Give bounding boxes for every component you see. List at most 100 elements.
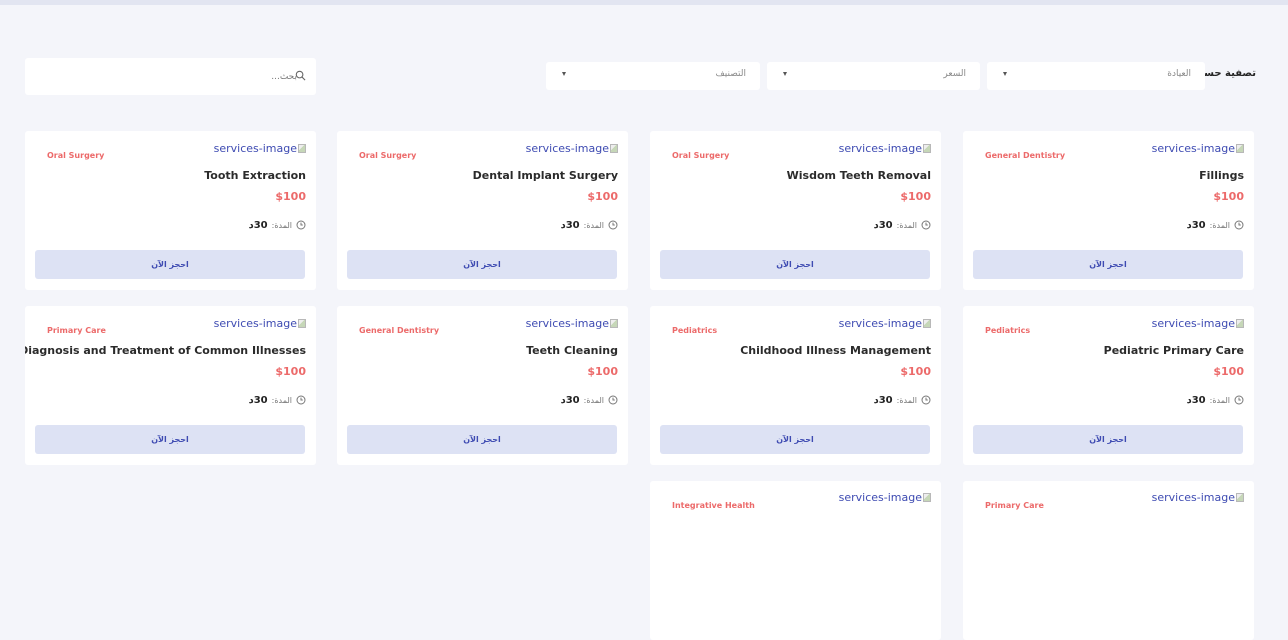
duration-label: المدة:	[271, 395, 292, 405]
broken-image-icon	[923, 493, 931, 502]
duration-value: 30د	[1186, 394, 1206, 406]
chevron-down-icon	[1003, 72, 1007, 76]
service-price: $100	[587, 190, 618, 203]
service-image: services-image	[526, 317, 618, 330]
book-now-button[interactable]: احجز الآن	[347, 425, 617, 454]
service-duration: المدة: 30د	[874, 394, 931, 406]
service-title: Tooth Extraction	[204, 169, 306, 182]
broken-image-icon	[298, 144, 306, 153]
duration-value: 30د	[560, 219, 580, 231]
image-alt-text: services-image	[838, 491, 922, 504]
service-image: services-image	[214, 142, 306, 155]
clock-icon	[921, 220, 931, 230]
search-icon[interactable]	[295, 70, 306, 81]
service-category: Oral Surgery	[47, 151, 105, 160]
image-alt-text: services-image	[1151, 317, 1235, 330]
duration-value: 30د	[248, 394, 268, 406]
service-title: Dental Implant Surgery	[472, 169, 618, 182]
chevron-down-icon	[562, 72, 566, 76]
service-category: Primary Care	[47, 326, 106, 335]
duration-label: المدة:	[1209, 220, 1230, 230]
broken-image-icon	[298, 319, 306, 328]
duration-value: 30د	[248, 219, 268, 231]
service-category: General Dentistry	[985, 151, 1066, 160]
duration-label: المدة:	[583, 220, 604, 230]
broken-image-icon	[923, 319, 931, 328]
service-image: services-image	[526, 142, 618, 155]
service-card: services-image Oral Surgery Dental Impla…	[337, 131, 628, 290]
book-now-button[interactable]: احجز الآن	[35, 250, 305, 279]
service-duration: المدة: 30د	[1187, 394, 1244, 406]
service-price: $100	[900, 365, 931, 378]
top-bar	[0, 0, 1288, 5]
service-title: Pediatric Primary Care	[1103, 344, 1244, 357]
image-alt-text: services-image	[525, 142, 609, 155]
duration-value: 30د	[1186, 219, 1206, 231]
book-now-button[interactable]: احجز الآن	[660, 250, 930, 279]
service-title: Teeth Cleaning	[526, 344, 618, 357]
duration-label: المدة:	[1209, 395, 1230, 405]
search-box	[25, 58, 316, 95]
price-select-value: السعر	[943, 69, 966, 79]
duration-value: 30د	[873, 219, 893, 231]
service-price: $100	[900, 190, 931, 203]
service-duration: المدة: 30د	[249, 394, 306, 406]
duration-value: 30د	[560, 394, 580, 406]
service-category: Pediatrics	[985, 326, 1031, 335]
clinic-select[interactable]: العيادة	[987, 62, 1205, 90]
service-title: Fillings	[1199, 169, 1244, 182]
service-price: $100	[1213, 190, 1244, 203]
service-image: services-image	[839, 142, 931, 155]
service-price: $100	[275, 365, 306, 378]
service-duration: المدة: 30د	[249, 219, 306, 231]
book-now-button[interactable]: احجز الآن	[660, 425, 930, 454]
broken-image-icon	[1236, 319, 1244, 328]
book-now-button[interactable]: احجز الآن	[973, 250, 1243, 279]
duration-value: 30د	[873, 394, 893, 406]
service-title: Wisdom Teeth Removal	[786, 169, 931, 182]
book-now-button[interactable]: احجز الآن	[35, 425, 305, 454]
clock-icon	[608, 395, 618, 405]
service-duration: المدة: 30د	[561, 219, 618, 231]
book-now-button[interactable]: احجز الآن	[973, 425, 1243, 454]
image-alt-text: services-image	[838, 142, 922, 155]
filter-bar: تصفية حسب: العيادة السعر التصنيف	[0, 58, 1288, 98]
service-image: services-image	[1152, 491, 1244, 504]
clock-icon	[921, 395, 931, 405]
image-alt-text: services-image	[1151, 491, 1235, 504]
service-card: services-image General Dentistry Teeth C…	[337, 306, 628, 465]
service-image: services-image	[214, 317, 306, 330]
image-alt-text: services-image	[838, 317, 922, 330]
duration-label: المدة:	[583, 395, 604, 405]
service-price: $100	[587, 365, 618, 378]
duration-label: المدة:	[896, 220, 917, 230]
price-select[interactable]: السعر	[767, 62, 980, 90]
image-alt-text: services-image	[1151, 142, 1235, 155]
clock-icon	[1234, 220, 1244, 230]
duration-label: المدة:	[896, 395, 917, 405]
service-category: Oral Surgery	[359, 151, 417, 160]
service-category: Oral Surgery	[672, 151, 730, 160]
service-image: services-image	[839, 491, 931, 504]
category-select[interactable]: التصنيف	[546, 62, 760, 90]
image-alt-text: services-image	[525, 317, 609, 330]
clock-icon	[296, 220, 306, 230]
duration-label: المدة:	[271, 220, 292, 230]
service-image: services-image	[839, 317, 931, 330]
service-duration: المدة: 30د	[561, 394, 618, 406]
clinic-select-value: العيادة	[1167, 69, 1191, 79]
book-now-button[interactable]: احجز الآن	[347, 250, 617, 279]
search-input[interactable]	[35, 66, 299, 88]
service-card: services-image Primary Care	[963, 481, 1254, 640]
clock-icon	[608, 220, 618, 230]
broken-image-icon	[1236, 493, 1244, 502]
service-title: Childhood Illness Management	[740, 344, 931, 357]
broken-image-icon	[610, 144, 618, 153]
service-price: $100	[1213, 365, 1244, 378]
broken-image-icon	[1236, 144, 1244, 153]
service-image: services-image	[1152, 317, 1244, 330]
broken-image-icon	[923, 144, 931, 153]
service-card: services-image Integrative Health	[650, 481, 941, 640]
broken-image-icon	[610, 319, 618, 328]
service-card: services-image Pediatrics Childhood Illn…	[650, 306, 941, 465]
